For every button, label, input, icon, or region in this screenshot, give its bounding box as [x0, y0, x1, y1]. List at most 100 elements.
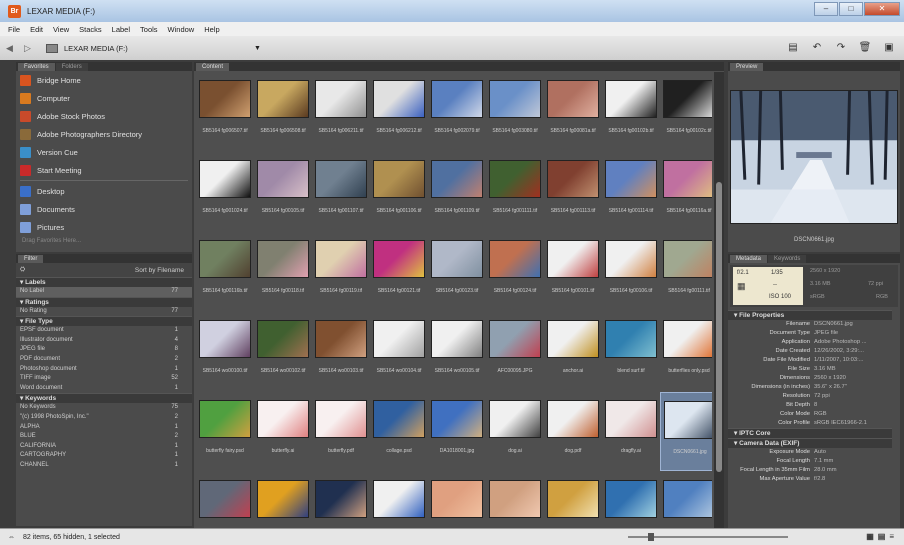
sort-row[interactable]: ⛭ Sort by Filename: [16, 263, 192, 277]
tab-content[interactable]: Content: [196, 63, 230, 71]
filter-row[interactable]: Photoshop document 1: [16, 365, 192, 375]
view-details-icon[interactable]: ▤: [878, 532, 886, 541]
metadata-value[interactable]: DSCN0661.jpg: [814, 320, 888, 329]
rotate-left-icon[interactable]: ↶: [810, 42, 824, 54]
thumbnail-item[interactable]: [660, 472, 712, 528]
thumbnail-item[interactable]: SB5164 fg00111.tif: [660, 232, 712, 311]
thumbnail-item[interactable]: butterfly.pdf: [312, 392, 370, 471]
trash-icon[interactable]: 🗑: [858, 42, 872, 54]
metadata-value[interactable]: 28.0 mm: [814, 466, 888, 475]
thumbnail-item[interactable]: SB5164 fg001024.tif: [196, 152, 254, 231]
filter-row[interactable]: TIFF image 52: [16, 374, 192, 384]
tab-folders[interactable]: Folders: [55, 63, 88, 71]
thumbnail-item[interactable]: dragfly.ai: [602, 392, 660, 471]
thumbnail-item[interactable]: SB5164 fg00116b.tif: [196, 232, 254, 311]
filter-section-header[interactable]: ▾ Keywords: [16, 393, 192, 404]
thumbnail-item[interactable]: dog.ai: [486, 392, 544, 471]
filter-row[interactable]: CALIFORNIA 1: [16, 442, 192, 452]
filter-section-header[interactable]: ▾ File Type: [16, 316, 192, 327]
filter-section-header[interactable]: ▾ Ratings: [16, 296, 192, 307]
thumbnail-size-knob[interactable]: [648, 533, 654, 541]
filter-row[interactable]: CARTOGRAPHY 1: [16, 451, 192, 461]
thumbnail-item[interactable]: SB5164 fg006508.tif: [254, 72, 312, 151]
menu-file[interactable]: File: [8, 25, 20, 34]
view-thumbnails-icon[interactable]: ▦: [866, 532, 874, 541]
sort-by-filename[interactable]: Sort by Filename: [135, 267, 184, 274]
filter-row[interactable]: ALPHA 1: [16, 423, 192, 433]
thumbnail-item[interactable]: SB5164 wo00102.tif: [254, 312, 312, 391]
filter-row[interactable]: EPSF document 1: [16, 326, 192, 336]
thumbnail-item[interactable]: butterfly.ai: [254, 392, 312, 471]
place-item[interactable]: Pictures: [16, 218, 192, 236]
favorite-item[interactable]: Computer: [16, 89, 192, 107]
back-icon[interactable]: ◀: [6, 43, 18, 53]
thumbnail-item[interactable]: SB5164 fg00124.tif: [486, 232, 544, 311]
favorite-item[interactable]: Adobe Stock Photos: [16, 107, 192, 125]
favorite-item[interactable]: Adobe Photographers Directory: [16, 125, 192, 143]
thumbnail-item[interactable]: SB5164 fg00102b.tif: [602, 72, 660, 151]
path-dropdown-icon[interactable]: ▼: [254, 45, 261, 52]
metadata-value[interactable]: Adobe Photoshop ...: [814, 338, 888, 347]
place-item[interactable]: Desktop: [16, 182, 192, 200]
metadata-value[interactable]: 35.6" x 26.7": [814, 383, 888, 392]
thumbnail-item[interactable]: SB5164 fg00116a.tif: [660, 152, 712, 231]
thumbnail-item[interactable]: [544, 472, 602, 528]
thumbnail-item[interactable]: AFC00095.JPG: [486, 312, 544, 391]
filter-row[interactable]: CHANNEL 1: [16, 461, 192, 471]
close-button[interactable]: ✕: [864, 2, 900, 16]
menu-window[interactable]: Window: [168, 25, 195, 34]
metadata-value[interactable]: 12/26/2002, 3:29:...: [814, 347, 888, 356]
menu-stacks[interactable]: Stacks: [79, 25, 102, 34]
menu-label[interactable]: Label: [112, 25, 130, 34]
thumbnail-item[interactable]: [254, 472, 312, 528]
path-location[interactable]: LEXAR MEDIA (F:): [64, 44, 254, 53]
filter-row[interactable]: PDF document 2: [16, 355, 192, 365]
thumbnail-item[interactable]: SB5164 fg003080.tif: [486, 72, 544, 151]
metadata-value[interactable]: JPEG file: [814, 329, 888, 338]
thumbnail-item[interactable]: [370, 472, 428, 528]
compact-mode-icon[interactable]: ▤: [786, 42, 800, 54]
thumbnail-item[interactable]: butterflies only.psd: [660, 312, 712, 391]
tab-preview[interactable]: Preview: [730, 63, 764, 71]
thumbnail-item[interactable]: SB5164 fg00105.tif: [254, 152, 312, 231]
thumbnail-item[interactable]: SB5164 fg00119.tif: [312, 232, 370, 311]
preview-image[interactable]: [730, 90, 898, 224]
filter-row[interactable]: Word document 1: [16, 384, 192, 394]
content-scrollbar[interactable]: [714, 72, 724, 528]
filter-row[interactable]: No Rating 77: [16, 307, 192, 317]
thumbnail-item[interactable]: [486, 472, 544, 528]
thumbnail-item[interactable]: SB5164 fg006211.tif: [312, 72, 370, 151]
thumbnail-item[interactable]: blend surf.tif: [602, 312, 660, 391]
thumbnail-item[interactable]: SB5164 fg001107.tif: [312, 152, 370, 231]
thumbnail-item[interactable]: dog.pdf: [544, 392, 602, 471]
thumbnail-item[interactable]: SB5164 wo00103.tif: [312, 312, 370, 391]
metadata-value[interactable]: 2560 x 1920: [814, 374, 888, 383]
favorite-item[interactable]: Bridge Home: [16, 71, 192, 89]
filter-row[interactable]: No Keywords 75: [16, 403, 192, 413]
forward-icon[interactable]: ▷: [24, 43, 36, 53]
metadata-section-header[interactable]: ▾ IPTC Core: [728, 428, 892, 438]
favorite-item[interactable]: Version Cue: [16, 143, 192, 161]
thumbnail-item[interactable]: butterfly fairy.psd: [196, 392, 254, 471]
metadata-value[interactable]: 3.16 MB: [814, 365, 888, 374]
thumbnail-item[interactable]: DSCN0661.jpg: [660, 392, 712, 471]
filter-row[interactable]: "(c) 1998 PhotoSpin, Inc." 2: [16, 413, 192, 423]
thumbnail-item[interactable]: SB5164 wo00105.tif: [428, 312, 486, 391]
thumbnail-item[interactable]: [428, 472, 486, 528]
metadata-value[interactable]: 1/11/2007, 10:03:...: [814, 356, 888, 365]
thumbnail-item[interactable]: DA1018001.jpg: [428, 392, 486, 471]
thumbnail-item[interactable]: SB5164 fg00101.tif: [544, 232, 602, 311]
filter-row[interactable]: No Label 77: [16, 287, 192, 297]
menu-view[interactable]: View: [53, 25, 69, 34]
favorite-item[interactable]: Start Meeting: [16, 161, 192, 179]
thumbnail-item[interactable]: SB5164 fg00123.tif: [428, 232, 486, 311]
thumbnail-item[interactable]: SB5164 fg00106.tif: [602, 232, 660, 311]
thumbnail-item[interactable]: SB5164 fg001114.tif: [602, 152, 660, 231]
thumbnail-item[interactable]: SB5164 fg006212.tif: [370, 72, 428, 151]
metadata-value[interactable]: 72 ppi: [814, 392, 888, 401]
thumbnail-item[interactable]: SB5164 wo00100.tif: [196, 312, 254, 391]
place-item[interactable]: Documents: [16, 200, 192, 218]
metadata-section-header[interactable]: ▾ File Properties: [728, 310, 892, 320]
metadata-value[interactable]: Auto: [814, 448, 888, 457]
minimize-button[interactable]: –: [814, 2, 838, 16]
